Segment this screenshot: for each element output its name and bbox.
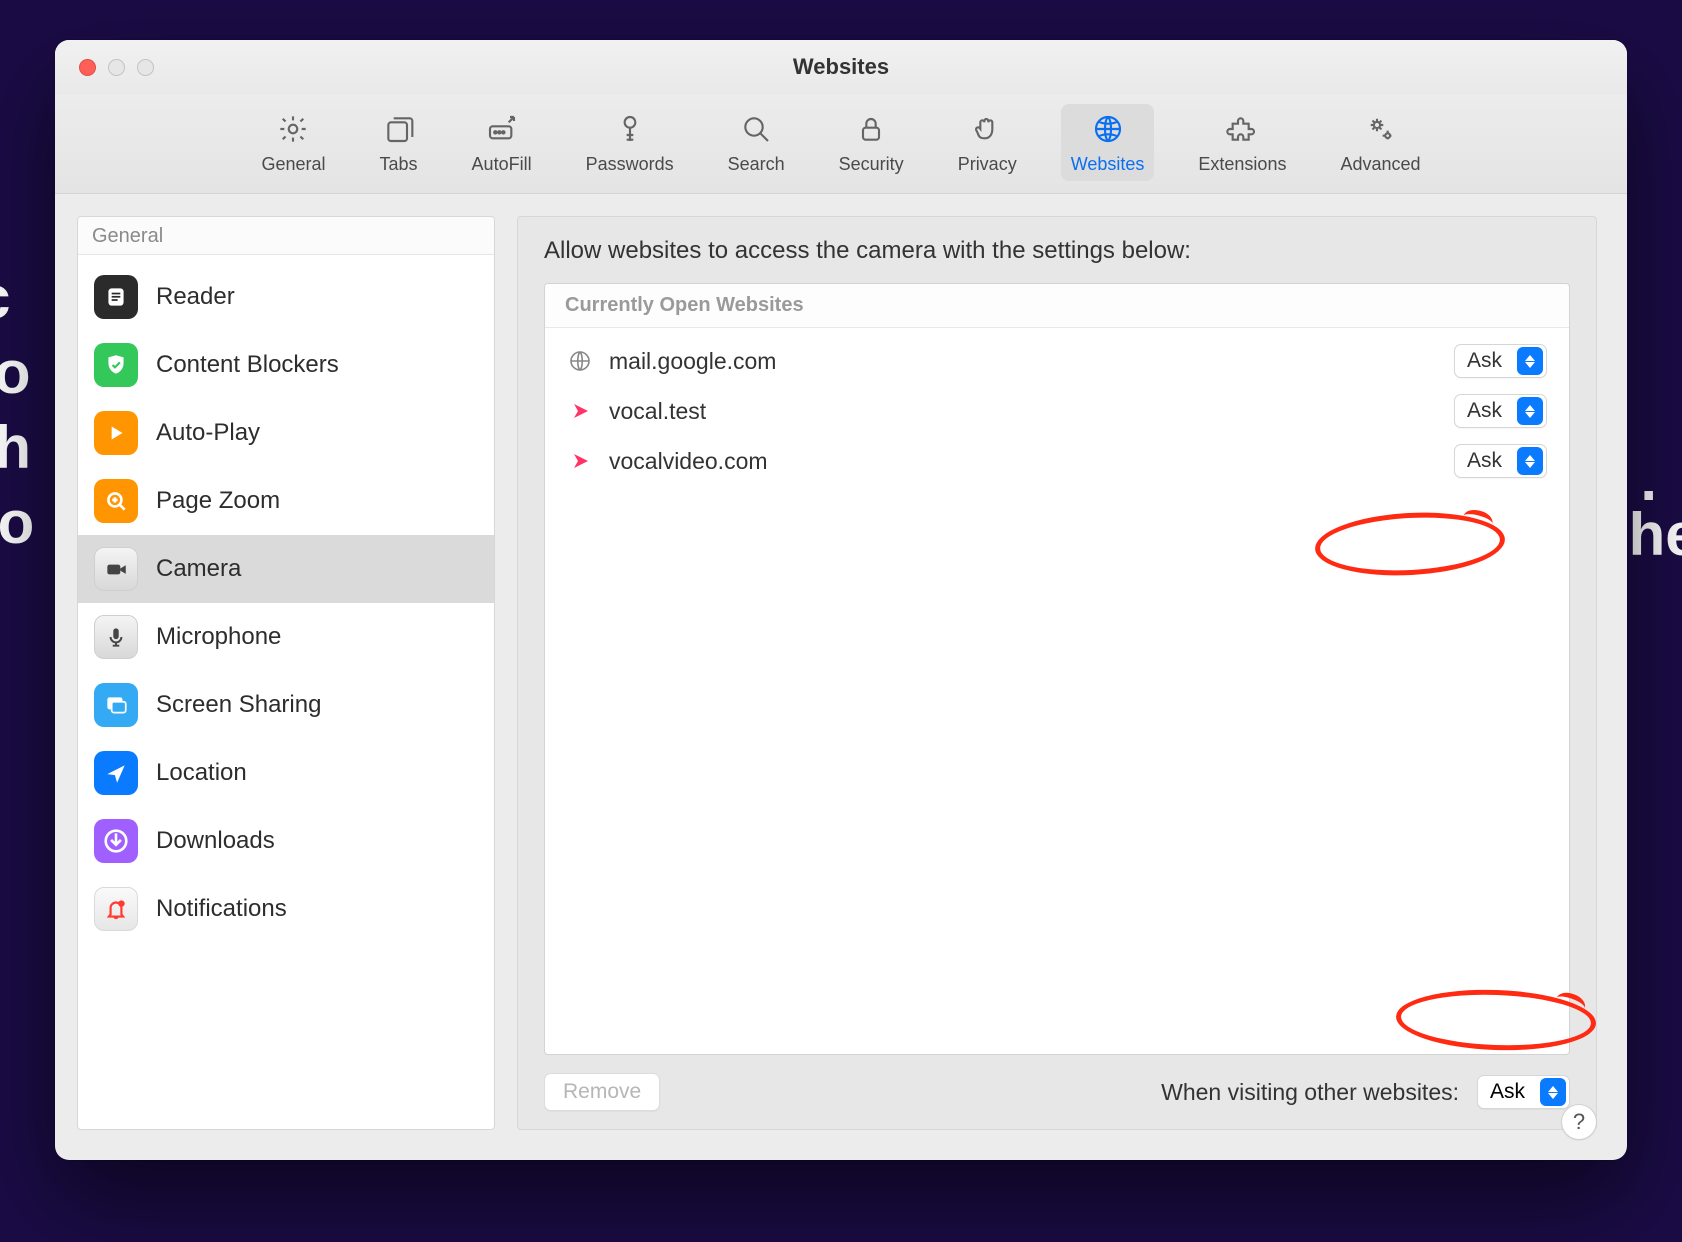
preferences-window: Websites General Tabs AutoFill Passwords: [55, 40, 1627, 1160]
toolbar-search[interactable]: Search: [718, 104, 795, 181]
window-title: Websites: [55, 54, 1627, 80]
hand-icon: [968, 110, 1006, 148]
tabs-icon: [380, 110, 418, 148]
toolbar-label: Search: [728, 154, 785, 175]
toolbar-tabs[interactable]: Tabs: [370, 104, 428, 181]
toolbar-label: Passwords: [586, 154, 674, 175]
website-row[interactable]: mail.google.com Ask: [545, 336, 1569, 386]
sidebar-item-reader[interactable]: Reader: [78, 263, 494, 331]
toolbar-label: General: [261, 154, 325, 175]
select-arrows-icon: [1517, 347, 1543, 375]
permission-select[interactable]: Ask: [1454, 344, 1547, 378]
select-arrows-icon: [1517, 397, 1543, 425]
play-icon: [94, 411, 138, 455]
toolbar: General Tabs AutoFill Passwords Search: [55, 94, 1627, 194]
screen-sharing-icon: [94, 683, 138, 727]
site-favicon-icon: [567, 398, 593, 424]
sidebar-item-label: Reader: [156, 283, 235, 311]
toolbar-privacy[interactable]: Privacy: [948, 104, 1027, 181]
titlebar: Websites: [55, 40, 1627, 94]
gear-icon: [274, 110, 312, 148]
sidebar-item-auto-play[interactable]: Auto-Play: [78, 399, 494, 467]
lock-icon: [852, 110, 890, 148]
toolbar-label: Privacy: [958, 154, 1017, 175]
sidebar-item-downloads[interactable]: Downloads: [78, 807, 494, 875]
select-arrows-icon: [1540, 1078, 1566, 1106]
websites-list-box: Currently Open Websites mail.google.com …: [544, 283, 1570, 1055]
other-websites-select[interactable]: Ask: [1477, 1075, 1570, 1109]
other-websites-label: When visiting other websites:: [1161, 1079, 1459, 1106]
toolbar-label: Security: [839, 154, 904, 175]
toolbar-websites[interactable]: Websites: [1061, 104, 1155, 181]
toolbar-passwords[interactable]: Passwords: [576, 104, 684, 181]
toolbar-label: Extensions: [1198, 154, 1286, 175]
remove-button[interactable]: Remove: [544, 1073, 660, 1111]
toolbar-extensions[interactable]: Extensions: [1188, 104, 1296, 181]
select-value: Ask: [1490, 1080, 1540, 1104]
permission-select[interactable]: Ask: [1454, 394, 1547, 428]
sidebar-item-location[interactable]: Location: [78, 739, 494, 807]
website-name: mail.google.com: [609, 348, 1438, 375]
sidebar-list: Reader Content Blockers Auto-Play: [78, 255, 494, 951]
select-value: Ask: [1467, 399, 1517, 423]
select-arrows-icon: [1517, 447, 1543, 475]
select-value: Ask: [1467, 449, 1517, 473]
key-icon: [611, 110, 649, 148]
websites-list-header: Currently Open Websites: [545, 284, 1569, 328]
website-row[interactable]: vocalvideo.com Ask: [545, 436, 1569, 486]
sidebar-item-label: Microphone: [156, 623, 281, 651]
toolbar-advanced[interactable]: Advanced: [1330, 104, 1430, 181]
panel-description: Allow websites to access the camera with…: [544, 237, 1570, 265]
background-fragment-right: her: [1629, 500, 1682, 569]
download-icon: [94, 819, 138, 863]
sidebar-item-notifications[interactable]: Notifications: [78, 875, 494, 943]
bell-icon: [94, 887, 138, 931]
sidebar-item-label: Auto-Play: [156, 419, 260, 447]
sidebar-item-label: Downloads: [156, 827, 275, 855]
globe-icon: [567, 348, 593, 374]
main-panel: Allow websites to access the camera with…: [517, 216, 1597, 1130]
microphone-icon: [94, 615, 138, 659]
website-row[interactable]: vocal.test Ask: [545, 386, 1569, 436]
camera-icon: [94, 547, 138, 591]
sidebar-item-label: Page Zoom: [156, 487, 280, 515]
website-name: vocal.test: [609, 398, 1438, 425]
sidebar: General Reader Content Blockers: [77, 216, 495, 1130]
sidebar-item-content-blockers[interactable]: Content Blockers: [78, 331, 494, 399]
zoom-icon: [94, 479, 138, 523]
sidebar-item-page-zoom[interactable]: Page Zoom: [78, 467, 494, 535]
autofill-icon: [483, 110, 521, 148]
sidebar-item-camera[interactable]: Camera: [78, 535, 494, 603]
help-button[interactable]: ?: [1561, 1104, 1597, 1140]
gears-icon: [1362, 110, 1400, 148]
search-icon: [737, 110, 775, 148]
toolbar-label: Tabs: [380, 154, 418, 175]
select-value: Ask: [1467, 349, 1517, 373]
websites-list: mail.google.com Ask vocal.test Ask: [545, 328, 1569, 494]
toolbar-label: Websites: [1071, 154, 1145, 175]
toolbar-security[interactable]: Security: [829, 104, 914, 181]
sidebar-item-label: Notifications: [156, 895, 287, 923]
reader-icon: [94, 275, 138, 319]
toolbar-general[interactable]: General: [251, 104, 335, 181]
puzzle-icon: [1223, 110, 1261, 148]
location-icon: [94, 751, 138, 795]
sidebar-item-label: Camera: [156, 555, 241, 583]
toolbar-label: Advanced: [1340, 154, 1420, 175]
globe-icon: [1089, 110, 1127, 148]
sidebar-header: General: [78, 217, 494, 255]
toolbar-autofill[interactable]: AutoFill: [462, 104, 542, 181]
permission-select[interactable]: Ask: [1454, 444, 1547, 478]
sidebar-item-label: Content Blockers: [156, 351, 339, 379]
website-name: vocalvideo.com: [609, 448, 1438, 475]
sidebar-item-screen-sharing[interactable]: Screen Sharing: [78, 671, 494, 739]
shield-check-icon: [94, 343, 138, 387]
toolbar-label: AutoFill: [472, 154, 532, 175]
panel-footer: Remove When visiting other websites: Ask: [544, 1055, 1570, 1111]
sidebar-item-label: Location: [156, 759, 247, 787]
site-favicon-icon: [567, 448, 593, 474]
sidebar-item-label: Screen Sharing: [156, 691, 321, 719]
sidebar-item-microphone[interactable]: Microphone: [78, 603, 494, 671]
